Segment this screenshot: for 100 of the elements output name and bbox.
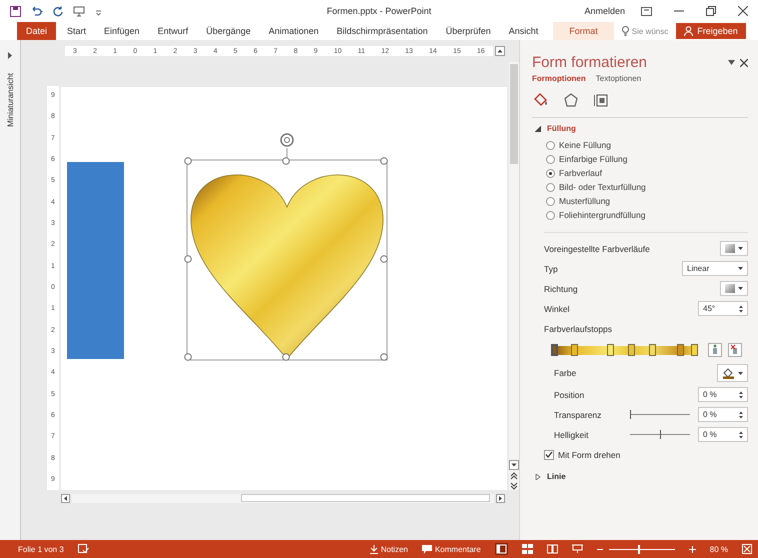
- radio-button[interactable]: [546, 154, 555, 164]
- spin-arrows-icon[interactable]: [739, 304, 743, 312]
- gradient-stop[interactable]: [677, 344, 684, 356]
- spelling-icon[interactable]: [78, 544, 89, 554]
- gradient-stop[interactable]: [691, 344, 698, 356]
- vertical-scrollbar[interactable]: [509, 62, 519, 490]
- ribbon-tab[interactable]: Animationen: [260, 22, 328, 40]
- thumbnail-label[interactable]: Miniaturansicht: [6, 73, 14, 127]
- scroll-left-icon[interactable]: [61, 494, 70, 503]
- scrollbar-thumb[interactable]: [510, 64, 518, 164]
- pentagon-icon[interactable]: [563, 92, 579, 108]
- ribbon-tab[interactable]: Übergänge: [197, 22, 260, 40]
- size-properties-icon[interactable]: [593, 92, 609, 108]
- spinner-field[interactable]: 45°: [698, 301, 748, 316]
- remove-stop-icon[interactable]: [728, 343, 742, 357]
- resize-handle[interactable]: [184, 157, 192, 165]
- gradient-dropdown[interactable]: [720, 281, 748, 296]
- tell-me-search[interactable]: Sie wünsc: [614, 22, 676, 40]
- radio-button[interactable]: [546, 210, 555, 220]
- pane-options-icon[interactable]: [728, 60, 735, 65]
- gradient-stop[interactable]: [570, 344, 578, 356]
- zoom-slider-thumb[interactable]: [638, 544, 640, 554]
- resize-handle[interactable]: [380, 255, 388, 263]
- previous-slide-icon[interactable]: [510, 472, 518, 480]
- spin-arrows-icon[interactable]: [739, 390, 743, 398]
- gradient-swatch-icon: [725, 284, 735, 293]
- close-icon[interactable]: [740, 58, 748, 66]
- radio-label[interactable]: Farbverlauf: [559, 168, 602, 178]
- undo-icon[interactable]: [30, 6, 44, 16]
- rotate-handle-icon[interactable]: [280, 133, 294, 147]
- gradient-dropdown[interactable]: [720, 241, 748, 256]
- notes-button[interactable]: Notizen: [370, 544, 408, 554]
- radio-label[interactable]: Einfarbige Füllung: [559, 154, 628, 164]
- comments-button[interactable]: Kommentare: [422, 544, 481, 554]
- ribbon-tab[interactable]: Format: [553, 22, 614, 40]
- radio-button[interactable]: [546, 182, 555, 192]
- resize-handle[interactable]: [282, 353, 290, 361]
- pane-tab[interactable]: Formoptionen: [532, 74, 586, 83]
- section-heading[interactable]: Füllung: [547, 124, 576, 133]
- paint-bucket-icon[interactable]: [533, 92, 549, 108]
- checkbox[interactable]: [544, 450, 554, 460]
- color-dropdown[interactable]: [717, 364, 748, 382]
- zoom-in-icon[interactable]: [688, 546, 696, 552]
- ribbon-tab[interactable]: Überprüfen: [436, 22, 500, 40]
- section-heading[interactable]: Linie: [547, 472, 566, 481]
- radio-button[interactable]: [546, 140, 555, 150]
- resize-handle[interactable]: [282, 157, 290, 165]
- zoom-level[interactable]: 80 %: [710, 544, 728, 554]
- gradient-stop[interactable]: [628, 344, 635, 356]
- resize-handle[interactable]: [380, 157, 388, 165]
- ribbon-tab[interactable]: Datei: [17, 22, 56, 40]
- next-slide-icon[interactable]: [510, 482, 518, 490]
- slideshow-icon[interactable]: [572, 544, 583, 554]
- presentation-icon[interactable]: [73, 6, 86, 16]
- radio-button[interactable]: [546, 168, 555, 178]
- ribbon-tab[interactable]: Entwurf: [148, 22, 198, 40]
- resize-handle[interactable]: [184, 255, 192, 263]
- add-stop-icon[interactable]: [708, 343, 722, 357]
- expand-icon[interactable]: [7, 52, 13, 59]
- scrollbar-thumb[interactable]: [240, 494, 490, 502]
- ribbon-tab[interactable]: Start: [58, 22, 96, 40]
- radio-label[interactable]: Foliehintergrundfüllung: [559, 210, 646, 220]
- scroll-right-icon[interactable]: [496, 494, 505, 503]
- minimize-icon[interactable]: [674, 10, 684, 12]
- gradient-stop[interactable]: [551, 344, 558, 356]
- checkbox-label[interactable]: Mit Form drehen: [558, 450, 620, 460]
- gradient-stop[interactable]: [607, 344, 614, 356]
- spinner-field[interactable]: 0 %: [698, 407, 748, 422]
- restore-icon[interactable]: [706, 6, 716, 16]
- ribbon-tab[interactable]: Ansicht: [500, 22, 548, 40]
- expand-arrow-icon[interactable]: [535, 126, 541, 132]
- type-dropdown[interactable]: Linear: [682, 261, 748, 276]
- gradient-stop[interactable]: [649, 344, 656, 356]
- spinner-field[interactable]: 0 %: [698, 387, 748, 402]
- ribbon-tab[interactable]: Einfügen: [95, 22, 149, 40]
- ribbon-display-icon[interactable]: [641, 6, 652, 16]
- pane-tab[interactable]: Textoptionen: [596, 74, 642, 83]
- spinner-field[interactable]: 0 %: [698, 427, 748, 442]
- spin-arrows-icon[interactable]: [739, 430, 743, 438]
- resize-handle[interactable]: [184, 353, 192, 361]
- close-icon[interactable]: [738, 6, 748, 16]
- save-icon[interactable]: [10, 6, 21, 16]
- sign-in-link[interactable]: Anmelden: [584, 6, 625, 16]
- resize-handle[interactable]: [380, 353, 388, 361]
- scroll-down-icon[interactable]: [509, 460, 519, 470]
- ribbon-tab[interactable]: Bildschirmpräsentation: [328, 22, 437, 40]
- expand-arrow-icon[interactable]: [535, 474, 541, 480]
- radio-button[interactable]: [546, 196, 555, 206]
- spin-arrows-icon[interactable]: [739, 410, 743, 418]
- scroll-up-icon[interactable]: [495, 46, 505, 56]
- share-button[interactable]: Freigeben: [676, 23, 746, 39]
- radio-label[interactable]: Keine Füllung: [559, 140, 611, 150]
- reading-view-icon[interactable]: [546, 544, 558, 554]
- fit-to-window-icon[interactable]: [742, 544, 752, 554]
- horizontal-scrollbar[interactable]: [61, 494, 505, 503]
- slide-sorter-icon[interactable]: [522, 544, 533, 554]
- radio-label[interactable]: Bild- oder Texturfüllung: [559, 182, 646, 192]
- redo-icon[interactable]: [53, 6, 64, 16]
- normal-view-icon[interactable]: [494, 543, 508, 555]
- radio-label[interactable]: Musterfüllung: [559, 196, 610, 206]
